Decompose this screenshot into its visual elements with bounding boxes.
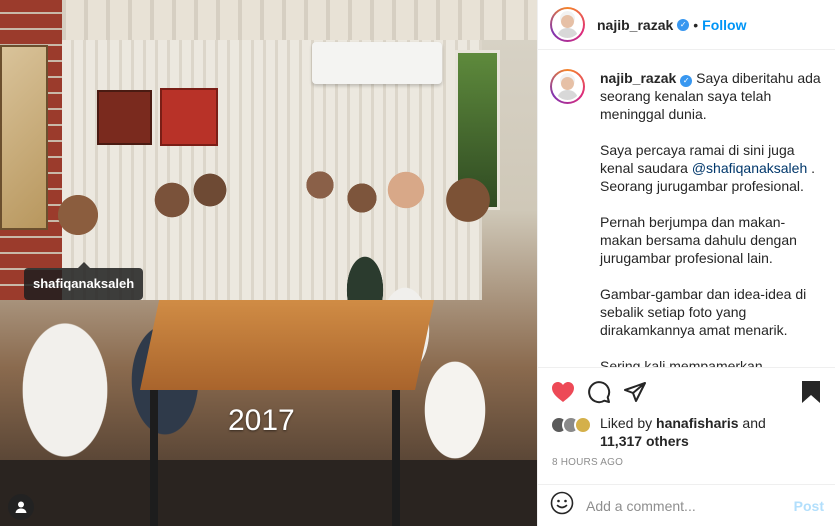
caption-area: najib_razak ✓ Saya diberitahu ada seorang… [538,51,835,367]
caption-paragraph: Gambar-gambar dan idea-idea di sebalik s… [600,286,807,338]
post-photo[interactable]: shafiqanaksaleh 2017 [0,0,537,526]
share-icon[interactable] [622,379,648,405]
caption-paragraph: Sering kali mempamerkan pembangunan Mala… [600,358,763,367]
post-comment-button[interactable]: Post [794,498,824,514]
likes-summary: Liked by hanafisharis and 11,317 others [550,414,766,450]
comment-bar: Post [538,484,835,526]
post-sidebar: najib_razak ✓ • Follow najib_razak ✓ Saya… [537,0,835,526]
mention-link[interactable]: @shafiqanaksaleh [692,160,807,176]
heart-icon[interactable] [550,379,576,405]
avatar [574,416,592,434]
emoji-icon[interactable] [550,491,574,520]
header-separator: • [693,16,699,33]
photo-table [140,300,435,390]
avatar[interactable] [550,7,585,42]
caption-username[interactable]: najib_razak [600,70,676,86]
likes-text: Liked by hanafisharis and 11,317 others [600,414,766,450]
post-header: najib_razak ✓ • Follow [538,0,835,50]
photo-year-overlay: 2017 [228,404,295,437]
caption-paragraph: Saya percaya ramai di sini juga kenal sa… [600,141,822,195]
header-username[interactable]: najib_razak [597,17,673,33]
caption-paragraph: Pernah berjumpa dan makan-makan bersama … [600,214,797,266]
caption-avatar[interactable] [550,69,585,104]
user-tag-icon[interactable] [8,494,34,520]
likes-count[interactable]: 11,317 others [600,433,689,449]
post-actions [538,367,835,415]
liker-username[interactable]: hanafisharis [656,415,738,431]
liker-avatars[interactable] [550,416,592,434]
caption-text: najib_razak ✓ Saya diberitahu ada seorang… [600,69,822,367]
likes-prefix: Liked by [600,415,657,431]
caption-paragraph: najib_razak ✓ Saya diberitahu ada seorang… [600,69,822,123]
verified-badge-icon: ✓ [677,18,690,31]
bookmark-icon[interactable] [798,379,824,405]
likes-middle: and [738,415,766,431]
comment-input[interactable] [586,497,794,514]
photo-user-tag[interactable]: shafiqanaksaleh [24,262,144,300]
verified-badge-icon: ✓ [680,75,693,87]
comment-icon[interactable] [586,379,612,405]
follow-button[interactable]: Follow [702,17,746,33]
post-timestamp[interactable]: 8 HOURS AGO [552,457,623,468]
